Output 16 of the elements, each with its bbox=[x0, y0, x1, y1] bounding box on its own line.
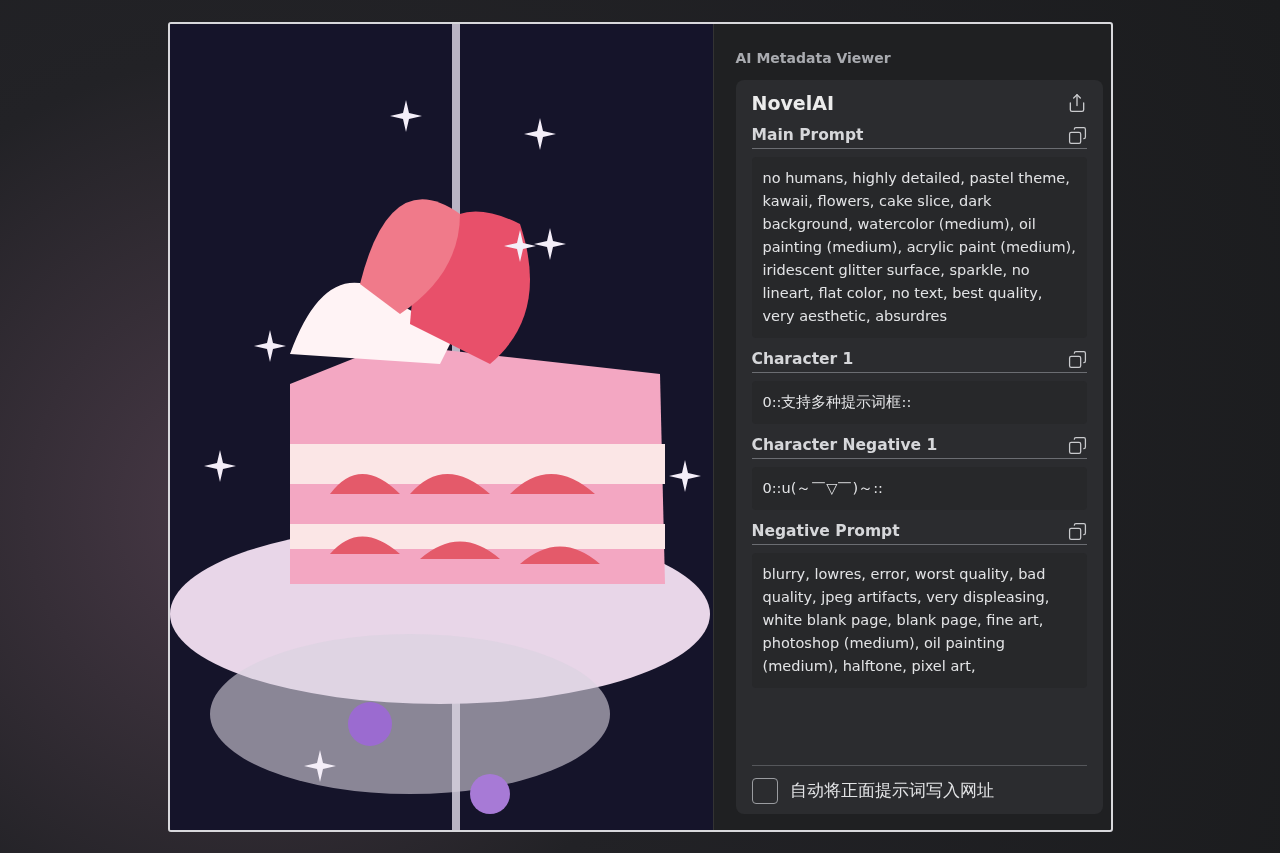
section-heading: Main Prompt bbox=[751, 126, 864, 144]
prompt-text: 0::支持多种提示词框:: bbox=[751, 380, 1087, 424]
copy-icon[interactable] bbox=[1067, 349, 1087, 369]
prompt-text: blurry, lowres, error, worst quality, bad quality, jpeg artifacts, very displeasing, white blank page, blank page, fine art, photoshop (medium), oil painting (medium), halftone, pixel art, bbox=[751, 552, 1087, 688]
panel-title: AI Metadata Viewer bbox=[735, 49, 892, 66]
checkbox[interactable] bbox=[751, 777, 778, 804]
section-heading: Character Negative 1 bbox=[751, 436, 938, 454]
section-heading: Character 1 bbox=[751, 350, 854, 368]
prompt-text: 0::u(～￣▽￣)～:: bbox=[751, 466, 1087, 510]
section-heading: Negative Prompt bbox=[751, 522, 900, 540]
copy-icon[interactable] bbox=[1067, 125, 1087, 145]
checkbox-label: 自动将正面提示词写入网址 bbox=[789, 779, 994, 802]
copy-icon[interactable] bbox=[1067, 435, 1087, 455]
prompt-text: no humans, highly detailed, pastel theme, kawaii, flowers, cake slice, dark background, watercolor (medium), oil painting (medium), acrylic paint (medium), iridescent glitter surface, sparkle, no lineart, flat color, no text, best quality, very aesthetic, absurdres bbox=[751, 156, 1087, 338]
copy-icon[interactable] bbox=[1067, 521, 1087, 541]
source-name: NovelAI bbox=[751, 91, 834, 114]
